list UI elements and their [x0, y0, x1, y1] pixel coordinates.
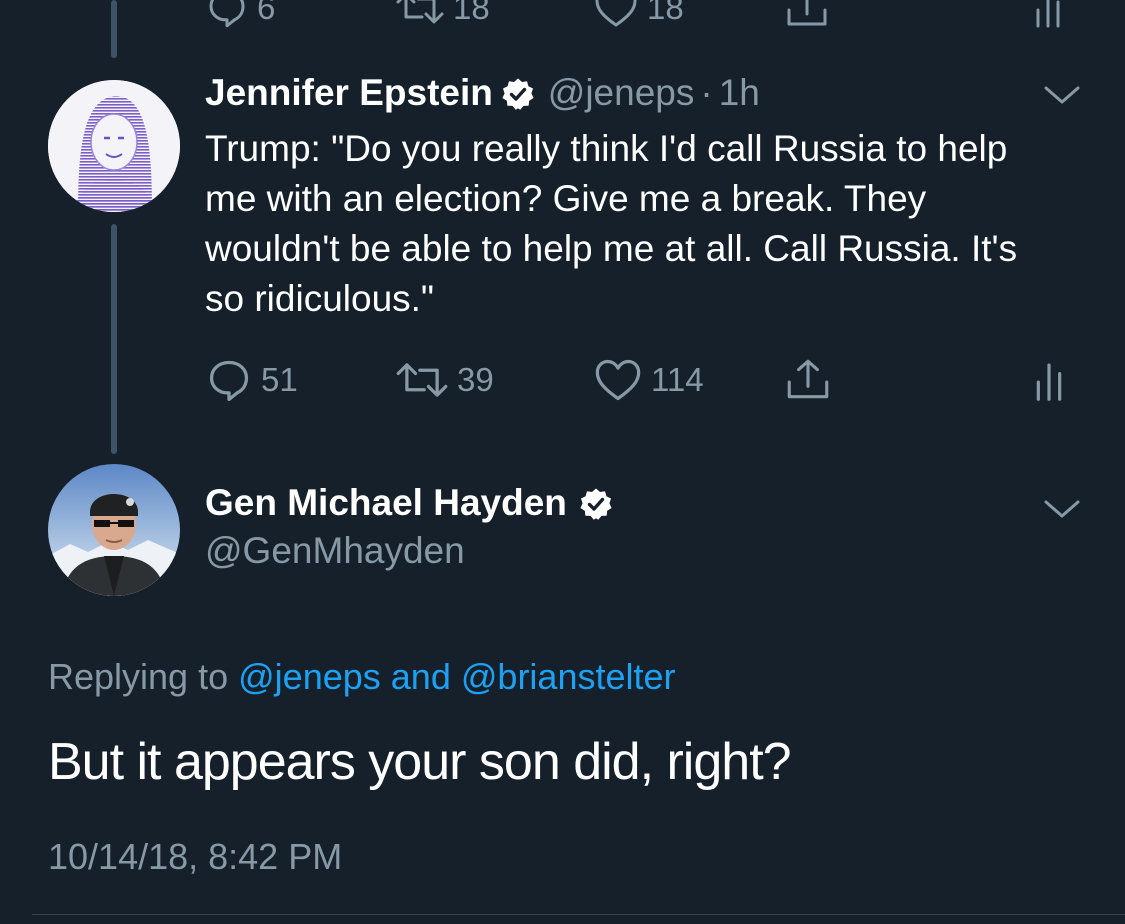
chevron-down-icon: [1042, 86, 1082, 114]
tweet1-like-count: 114: [651, 361, 704, 398]
tweet1-share-button[interactable]: [783, 356, 833, 404]
tweet1-retweet-button[interactable]: 39: [395, 356, 494, 404]
tweet2-menu-button[interactable]: [1042, 494, 1082, 529]
retweet-icon: [395, 0, 445, 30]
analytics-icon: [1033, 0, 1063, 30]
reply-and-label: and: [390, 656, 451, 697]
tweet1-time[interactable]: 1h: [719, 72, 760, 113]
tweet2-timestamp: 10/14/18, 8:42 PM: [48, 836, 343, 877]
verified-badge-icon: [579, 487, 613, 526]
verified-badge-icon: [501, 77, 535, 116]
tweet1-author-handle[interactable]: @jeneps: [548, 72, 695, 113]
tweet2-author-name[interactable]: Gen Michael Hayden: [205, 482, 567, 523]
reply-icon: [205, 0, 249, 30]
prev-share-button[interactable]: [783, 0, 831, 30]
replying-to-line: Replying to @jeneps and @brianstelter: [48, 656, 676, 698]
avatar-jennifer-epstein[interactable]: [48, 80, 180, 212]
tweet1-author-name[interactable]: Jennifer Epstein: [205, 72, 493, 113]
tweet1-menu-button[interactable]: [1042, 80, 1082, 115]
tweet2-author-handle[interactable]: @GenMhayden: [205, 530, 465, 572]
thread-line-middle: [111, 224, 117, 454]
tweet1-reply-count: 51: [261, 361, 298, 398]
avatar-gen-michael-hayden[interactable]: [48, 464, 180, 596]
retweet-icon: [395, 356, 449, 404]
prev-reply-button[interactable]: 6: [205, 0, 275, 30]
tweet1-like-button[interactable]: 114: [593, 356, 704, 404]
prev-reply-count: 6: [257, 0, 276, 26]
like-icon: [593, 356, 643, 404]
tweet1-retweet-count: 39: [457, 361, 494, 398]
prev-retweet-button[interactable]: 18: [395, 0, 490, 30]
replying-to-label: Replying to: [48, 656, 229, 697]
chevron-down-icon: [1042, 500, 1082, 528]
share-icon: [783, 0, 831, 30]
analytics-icon: [1033, 356, 1065, 404]
thread-line-top: [111, 0, 117, 58]
share-icon: [783, 356, 833, 404]
reply-icon: [205, 356, 253, 404]
reply-user-link-brianstelter[interactable]: @brianstelter: [461, 656, 676, 697]
tweet1-analytics-button[interactable]: [1033, 356, 1065, 404]
like-icon: [593, 0, 639, 30]
prev-analytics-button[interactable]: [1033, 0, 1063, 30]
tweet1-header: Jennifer Epstein @jeneps · 1h: [205, 72, 760, 120]
prev-like-button[interactable]: 18: [593, 0, 684, 30]
tweet2-author-line: Gen Michael Hayden: [205, 482, 613, 530]
tweet1-reply-button[interactable]: 51: [205, 356, 298, 404]
prev-like-count: 18: [647, 0, 684, 26]
tweet1-separator: ·: [700, 72, 713, 113]
reply-user-link-jeneps[interactable]: @jeneps: [238, 656, 381, 697]
tweet1-actions: 51 39 114: [205, 356, 1085, 416]
tweet2-text: But it appears your son did, right?: [48, 733, 792, 791]
prev-retweet-count: 18: [453, 0, 490, 26]
tweet1-text: Trump: "Do you really think I'd call Rus…: [205, 128, 1018, 319]
bottom-divider: [32, 914, 1125, 915]
prev-tweet-actions: 6 18 18: [205, 0, 1085, 46]
